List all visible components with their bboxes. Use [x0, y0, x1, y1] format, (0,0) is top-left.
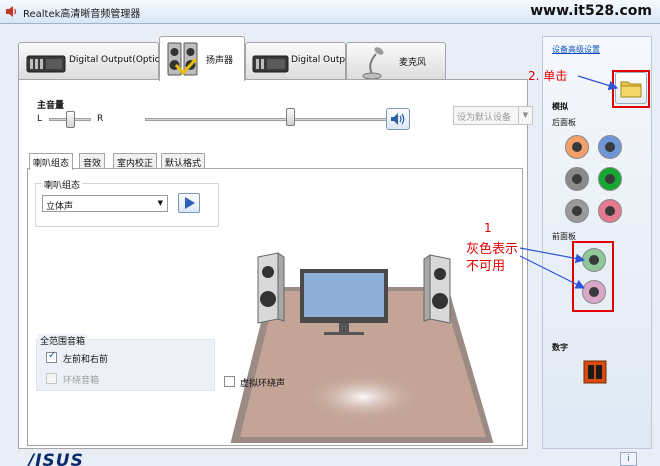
- right-speaker-icon: [423, 254, 451, 324]
- virtual-surround-label: 虚拟环绕声: [240, 379, 286, 389]
- speaker-config-tab-panel: 喇叭组态 立体声 ▼ 全范围音箱 ✓ 左前和右前 环绕音箱 虚拟环绕声: [27, 168, 523, 446]
- back-panel-label: 后面板: [552, 118, 576, 127]
- mute-button[interactable]: [386, 108, 410, 130]
- surround-speakers-label: 环绕音箱: [63, 376, 100, 386]
- speaker-room-illustration: [230, 252, 494, 443]
- asus-logo: /ISUS: [28, 451, 84, 466]
- device-advanced-settings-link[interactable]: 设备高级设置: [552, 44, 600, 55]
- speaker-app-icon: [6, 6, 17, 17]
- info-button[interactable]: i: [620, 452, 637, 466]
- tab-label: 扬声器: [206, 56, 234, 66]
- volume-slider[interactable]: [145, 118, 391, 121]
- digital-output-device-icon: [26, 55, 66, 73]
- digital-output-device-icon: [252, 55, 289, 73]
- chevron-down-icon: ▼: [157, 199, 163, 207]
- tab-label: 麦克风: [399, 58, 427, 68]
- balance-left-label: L: [37, 114, 43, 124]
- left-speaker-icon: [257, 252, 285, 324]
- back-jack-pink[interactable]: [598, 199, 622, 223]
- virtual-surround-checkbox[interactable]: [224, 376, 235, 387]
- annotation-gray-line2: 不可用: [466, 259, 506, 274]
- front-left-right-checkbox[interactable]: [46, 350, 57, 363]
- annotation-step1: 1: [484, 221, 492, 235]
- play-test-button[interactable]: [178, 193, 200, 213]
- window-title: Realtek高清晰音频管理器: [23, 9, 141, 20]
- volume-slider-thumb[interactable]: [286, 108, 295, 126]
- digital-jack-icon[interactable]: [583, 360, 607, 384]
- annotation-highlight-folder: [612, 70, 650, 108]
- tab-label: Digital Output: [291, 55, 355, 65]
- speaker-settings-panel: 主音量 L R 设为默认设备 ▼ 喇叭组态 音效 室内校正 默认格式 喇叭组态 …: [18, 79, 533, 449]
- bottom-bar: [0, 449, 660, 466]
- annotation-step2: 2. 单击: [528, 69, 568, 83]
- device-tabs: Digital Output(Optical) 扬声器 Digital Outp…: [18, 36, 528, 81]
- speaker-config-select[interactable]: 立体声 ▼: [42, 195, 168, 212]
- balance-right-label: R: [97, 114, 104, 124]
- speaker-config-group-title: 喇叭组态: [42, 178, 83, 191]
- balance-slider-thumb[interactable]: [66, 111, 75, 128]
- front-left-right-label: 左前和右前: [63, 355, 109, 365]
- chevron-down-icon: ▼: [518, 107, 532, 124]
- play-icon: [185, 197, 195, 209]
- set-default-device-dropdown[interactable]: 设为默认设备 ▼: [453, 106, 533, 125]
- back-jack-gray[interactable]: [565, 167, 589, 191]
- back-jack-silver[interactable]: [565, 199, 589, 223]
- tab-label: Digital Output(Optical): [69, 55, 172, 65]
- analog-heading: 模拟: [552, 102, 568, 111]
- full-range-title: 全范围音箱: [38, 334, 88, 347]
- surround-speakers-checkbox[interactable]: [46, 373, 57, 384]
- back-jack-orange[interactable]: [565, 135, 589, 159]
- info-icon: i: [627, 454, 630, 464]
- tab-sound-effects[interactable]: 音效: [79, 153, 106, 169]
- title-bar: Realtek高清晰音频管理器 www.it528.com: [0, 0, 660, 24]
- tab-speaker-config[interactable]: 喇叭组态: [29, 153, 74, 170]
- annotation-highlight-front-jacks: [572, 241, 614, 312]
- default-device-label: 设为默认设备: [457, 113, 512, 123]
- speakers-icon: [167, 42, 198, 76]
- speaker-volume-icon: [391, 113, 405, 125]
- speaker-config-selected: 立体声: [46, 202, 74, 212]
- tab-digital-output[interactable]: Digital Output: [245, 42, 354, 80]
- back-jack-green[interactable]: [598, 167, 622, 191]
- tab-microphone[interactable]: 麦克风: [346, 42, 446, 80]
- tab-speakers[interactable]: 扬声器: [159, 36, 245, 81]
- watermark-text: www.it528.com: [530, 3, 652, 19]
- back-jack-blue[interactable]: [598, 135, 622, 159]
- main-volume-heading: 主音量: [37, 101, 65, 111]
- tab-room-correction[interactable]: 室内校正: [113, 153, 158, 169]
- tab-digital-output-optical[interactable]: Digital Output(Optical): [18, 42, 171, 80]
- tab-default-format[interactable]: 默认格式: [161, 153, 206, 169]
- microphone-icon: [362, 47, 384, 80]
- digital-heading: 数字: [552, 343, 568, 352]
